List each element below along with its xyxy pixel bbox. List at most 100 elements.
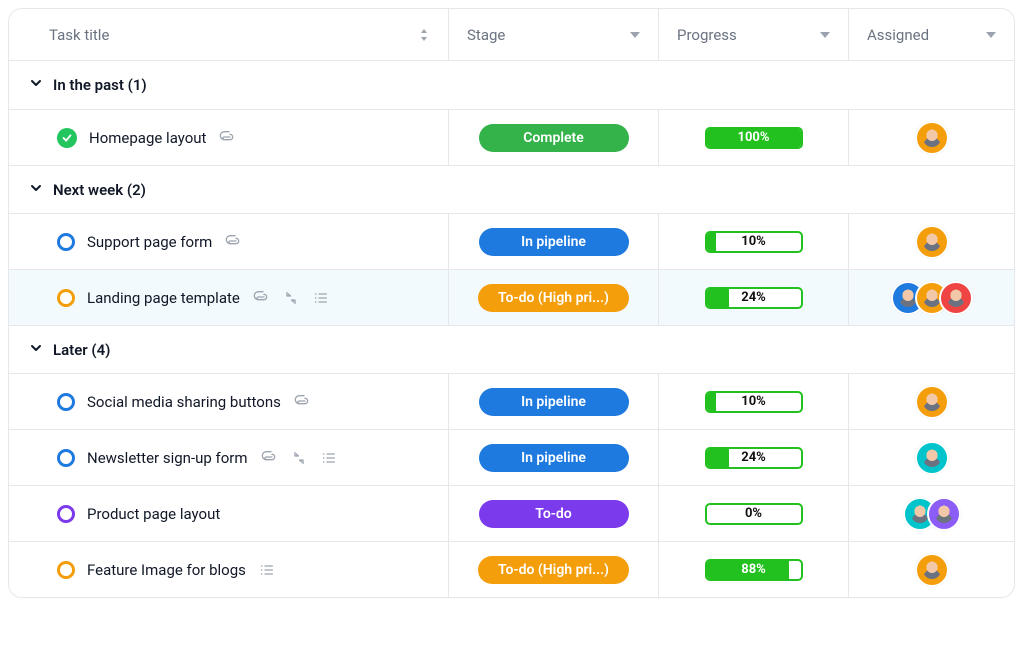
progress-text: 24% [707, 289, 801, 307]
progress-bar: 24% [705, 287, 803, 309]
avatar[interactable] [915, 385, 949, 419]
status-circle-icon[interactable] [57, 289, 75, 307]
task-title-cell: Homepage layout [9, 110, 449, 165]
status-circle-icon[interactable] [57, 233, 75, 251]
avatar-group [903, 497, 961, 531]
task-row[interactable]: Product page layout To-do 0% [9, 485, 1014, 541]
stage-pill[interactable]: In pipeline [479, 228, 629, 256]
progress-text: 10% [707, 233, 801, 251]
task-progress-cell: 10% [659, 214, 849, 269]
avatar[interactable] [927, 497, 961, 531]
task-progress-cell: 10% [659, 374, 849, 429]
task-title-cell: Landing page template [9, 270, 449, 325]
stage-pill[interactable]: In pipeline [479, 388, 629, 416]
list-icon[interactable] [258, 561, 276, 579]
status-circle-icon[interactable] [57, 393, 75, 411]
group-header[interactable]: Later (4) [9, 325, 1014, 373]
column-header-assigned[interactable]: Assigned [849, 9, 1014, 60]
avatar[interactable] [915, 225, 949, 259]
avatar-group [915, 121, 949, 155]
progress-text: 10% [707, 393, 801, 411]
avatar-group [915, 385, 949, 419]
sort-icon[interactable] [418, 28, 430, 42]
attachment-icon[interactable] [218, 129, 236, 147]
task-name: Social media sharing buttons [87, 393, 281, 411]
avatar[interactable] [915, 121, 949, 155]
avatar[interactable] [939, 281, 973, 315]
progress-text: 24% [707, 449, 801, 467]
progress-text: 0% [707, 505, 801, 523]
avatar-group [891, 281, 973, 315]
table-header: Task title Stage Progress Assigned [9, 9, 1014, 61]
task-row[interactable]: Support page form In pipeline 10% [9, 213, 1014, 269]
task-assigned-cell [849, 214, 1014, 269]
chevron-down-icon[interactable] [29, 181, 43, 199]
task-progress-cell: 24% [659, 270, 849, 325]
column-title-label: Task title [49, 26, 109, 44]
column-header-progress[interactable]: Progress [659, 9, 849, 60]
task-assigned-cell [849, 542, 1014, 597]
task-row[interactable]: Social media sharing buttons In pipeline… [9, 373, 1014, 429]
stage-pill[interactable]: In pipeline [479, 444, 629, 472]
task-name: Product page layout [87, 505, 220, 523]
status-complete-icon[interactable] [57, 128, 77, 148]
task-title-cell: Social media sharing buttons [9, 374, 449, 429]
stage-pill[interactable]: To-do [479, 500, 629, 528]
attachment-icon[interactable] [260, 449, 278, 467]
task-title-cell: Support page form [9, 214, 449, 269]
subtask-icon[interactable] [290, 449, 308, 467]
group-label: In the past (1) [53, 76, 147, 94]
stage-pill[interactable]: To-do (High pri...) [478, 284, 629, 312]
progress-text: 100% [707, 129, 801, 147]
column-assigned-label: Assigned [867, 26, 929, 44]
group-header[interactable]: In the past (1) [9, 61, 1014, 109]
chevron-down-icon[interactable] [820, 32, 830, 38]
attachment-icon[interactable] [224, 233, 242, 251]
task-row[interactable]: Landing page template To-do (High pri...… [9, 269, 1014, 325]
task-stage-cell: To-do (High pri...) [449, 270, 659, 325]
chevron-down-icon[interactable] [29, 341, 43, 359]
status-circle-icon[interactable] [57, 449, 75, 467]
attachment-icon[interactable] [252, 289, 270, 307]
task-assigned-cell [849, 374, 1014, 429]
column-header-title[interactable]: Task title [9, 9, 449, 60]
group-label: Later (4) [53, 341, 110, 359]
chevron-down-icon[interactable] [986, 32, 996, 38]
column-header-stage[interactable]: Stage [449, 9, 659, 60]
task-assigned-cell [849, 486, 1014, 541]
status-circle-icon[interactable] [57, 561, 75, 579]
avatar-group [915, 553, 949, 587]
task-progress-cell: 100% [659, 110, 849, 165]
task-table: Task title Stage Progress Assigned [8, 8, 1015, 598]
avatar[interactable] [915, 441, 949, 475]
task-name: Newsletter sign-up form [87, 449, 248, 467]
task-progress-cell: 0% [659, 486, 849, 541]
chevron-down-icon[interactable] [29, 76, 43, 94]
task-name: Feature Image for blogs [87, 561, 246, 579]
avatar[interactable] [915, 553, 949, 587]
attachment-icon[interactable] [293, 393, 311, 411]
task-stage-cell: In pipeline [449, 214, 659, 269]
progress-bar: 88% [705, 559, 803, 581]
task-assigned-cell [849, 270, 1014, 325]
table-body: In the past (1) Homepage layout Complete… [9, 61, 1014, 597]
subtask-icon[interactable] [282, 289, 300, 307]
task-stage-cell: Complete [449, 110, 659, 165]
list-icon[interactable] [320, 449, 338, 467]
task-title-cell: Newsletter sign-up form [9, 430, 449, 485]
task-stage-cell: In pipeline [449, 430, 659, 485]
list-icon[interactable] [312, 289, 330, 307]
task-name: Homepage layout [89, 129, 206, 147]
group-header[interactable]: Next week (2) [9, 165, 1014, 213]
task-name: Landing page template [87, 289, 240, 307]
stage-pill[interactable]: Complete [479, 124, 629, 152]
column-stage-label: Stage [467, 26, 505, 44]
task-row[interactable]: Newsletter sign-up form In pipeline 24% [9, 429, 1014, 485]
stage-pill[interactable]: To-do (High pri...) [478, 556, 629, 584]
avatar-group [915, 225, 949, 259]
task-row[interactable]: Feature Image for blogs To-do (High pri.… [9, 541, 1014, 597]
status-circle-icon[interactable] [57, 505, 75, 523]
task-row[interactable]: Homepage layout Complete 100% [9, 109, 1014, 165]
progress-bar: 10% [705, 231, 803, 253]
chevron-down-icon[interactable] [630, 32, 640, 38]
